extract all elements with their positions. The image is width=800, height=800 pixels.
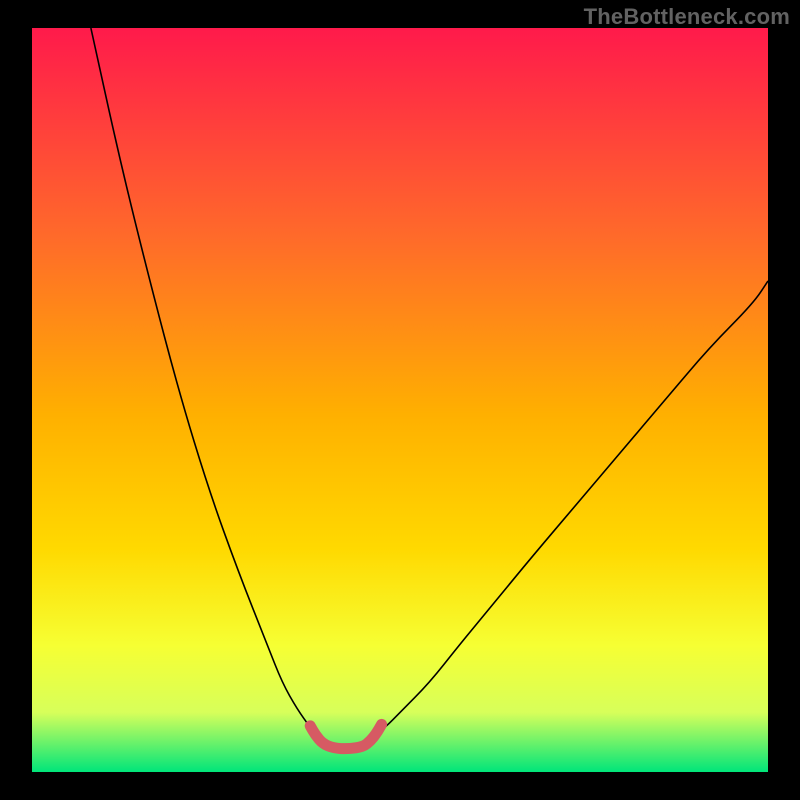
chart-container: TheBottleneck.com (0, 0, 800, 800)
watermark-text: TheBottleneck.com (584, 4, 790, 30)
plot-background (32, 28, 768, 772)
chart-svg (0, 0, 800, 800)
